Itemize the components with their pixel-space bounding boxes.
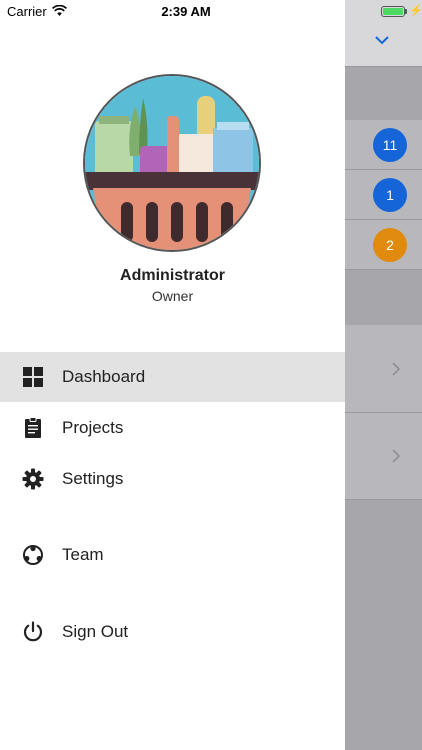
battery-icon [381, 6, 405, 17]
power-icon [23, 621, 43, 642]
gear-icon [22, 468, 44, 490]
count-badge: 1 [373, 178, 407, 212]
menu-item-label: Projects [62, 418, 124, 437]
status-bar: Carrier 2:39 AM ⚡ [0, 0, 422, 24]
battery-cap [405, 9, 407, 14]
background-list-row: 2 [345, 220, 422, 270]
menu-item-dashboard[interactable]: Dashboard [0, 352, 345, 402]
menu-item-label: Team [62, 545, 104, 564]
user-name: Administrator [120, 267, 225, 284]
clipboard-icon [25, 417, 41, 438]
chevron-right-icon [392, 362, 400, 376]
dashboard-icon [23, 367, 43, 387]
navigation-drawer: Administrator Owner Dashboard Projects S… [0, 0, 345, 750]
team-icon [23, 545, 43, 565]
clock: 2:39 AM [161, 4, 211, 19]
menu-item-label: Settings [62, 469, 124, 488]
menu-item-sign-out[interactable]: Sign Out [0, 607, 345, 657]
menu-item-label: Dashboard [62, 367, 146, 386]
count-badge: 2 [373, 228, 407, 262]
menu-item-settings[interactable]: Settings [0, 454, 345, 504]
menu-item-label: Sign Out [62, 622, 129, 641]
background-list-row [345, 413, 422, 500]
chevron-right-icon [392, 449, 400, 463]
avatar[interactable] [83, 74, 261, 252]
grocery-basket-image [85, 76, 259, 250]
count-badge: 11 [373, 128, 407, 162]
menu-item-projects[interactable]: Projects [0, 403, 345, 453]
chevron-down-icon[interactable] [375, 36, 389, 45]
menu-item-team[interactable]: Team [0, 530, 345, 580]
charging-icon: ⚡ [409, 5, 422, 17]
background-list-row: 1 [345, 170, 422, 220]
background-list-row [345, 325, 422, 413]
user-role: Owner [151, 288, 194, 304]
background-list-row: 11 [345, 120, 422, 170]
background-app-overlay[interactable]: 11 1 2 [345, 0, 422, 750]
